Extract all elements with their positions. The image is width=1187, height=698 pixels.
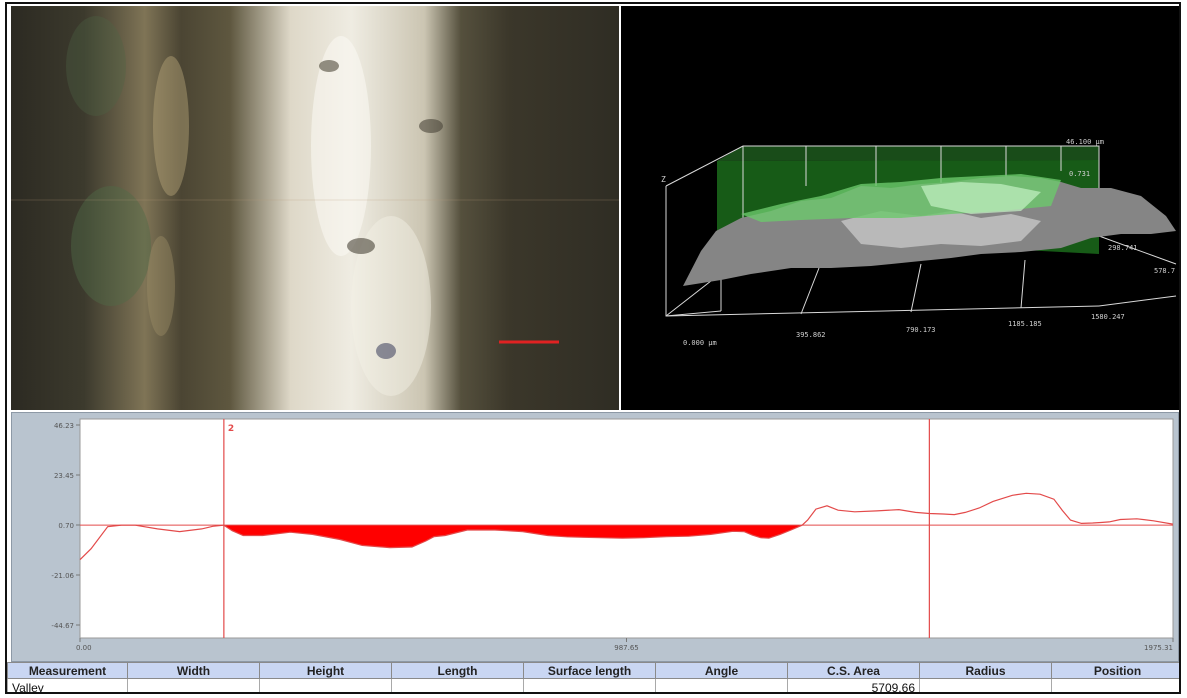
cell-height xyxy=(259,678,392,692)
z-axis-label: Z xyxy=(661,175,666,184)
profile-panel: 46.23 23.45 0.70 -21.06 -44.67 0.00 987.65 197… xyxy=(11,412,1179,662)
y-tick-label: -44.67 xyxy=(51,622,74,630)
header-angle[interactable]: Angle xyxy=(655,662,788,679)
x-axis: 0.00 987.65 1975.31 xyxy=(76,638,1174,652)
measurement-window: 46.100 µm 0.731 298.741 578.7 0.000 µm 3… xyxy=(5,2,1181,694)
header-surface-length[interactable]: Surface length xyxy=(523,662,656,679)
header-cs-area[interactable]: C.S. Area xyxy=(787,662,920,679)
table-header-row: Measurement Width Height Length Surface … xyxy=(7,662,1179,679)
y-mid-label: 298.741 xyxy=(1108,244,1138,252)
optical-image xyxy=(11,6,619,410)
x-tick-label-3: 1185.185 xyxy=(1008,320,1042,328)
header-position[interactable]: Position xyxy=(1051,662,1179,679)
3d-surface-view[interactable]: 46.100 µm 0.731 298.741 578.7 0.000 µm 3… xyxy=(621,6,1179,410)
header-length[interactable]: Length xyxy=(391,662,524,679)
z-top-label: 46.100 µm xyxy=(1066,138,1104,146)
y-tick-label: 46.23 xyxy=(54,422,74,430)
header-radius[interactable]: Radius xyxy=(919,662,1052,679)
y-tick-label: 23.45 xyxy=(54,472,74,480)
3d-surface-plot: 46.100 µm 0.731 298.741 578.7 0.000 µm 3… xyxy=(661,138,1177,347)
y-axis: 46.23 23.45 0.70 -21.06 -44.67 xyxy=(51,422,80,630)
cell-surface-length xyxy=(523,678,656,692)
y-end-label: 578.7 xyxy=(1154,267,1175,275)
cell-measurement: Valley xyxy=(7,678,128,692)
table-row[interactable]: Valley 5709.66 xyxy=(7,678,1179,692)
y-tick-label: -21.06 xyxy=(51,572,74,580)
cell-angle xyxy=(655,678,788,692)
cell-radius xyxy=(919,678,1052,692)
x-tick-label-4: 1580.247 xyxy=(1091,313,1125,321)
cell-position xyxy=(1051,678,1179,692)
profile-chart[interactable]: 46.23 23.45 0.70 -21.06 -44.67 0.00 987.65 197… xyxy=(12,413,1178,661)
results-table: Measurement Width Height Length Surface … xyxy=(7,662,1179,692)
cell-width xyxy=(127,678,260,692)
header-measurement[interactable]: Measurement xyxy=(7,662,128,679)
optical-image-view[interactable] xyxy=(11,6,619,410)
cell-length xyxy=(391,678,524,692)
z-plane-label: 0.731 xyxy=(1069,170,1090,178)
x-tick-label: 1975.31 xyxy=(1144,644,1173,652)
header-height[interactable]: Height xyxy=(259,662,392,679)
x-tick-label-1: 395.862 xyxy=(796,331,826,339)
y-tick-label: 0.70 xyxy=(58,522,74,530)
cursor-label: 2 xyxy=(228,424,234,434)
x-tick-label: 0.00 xyxy=(76,644,92,652)
x-start-label: 0.000 µm xyxy=(683,339,717,347)
cell-cs-area: 5709.66 xyxy=(787,678,920,692)
header-width[interactable]: Width xyxy=(127,662,260,679)
x-tick-label-2: 790.173 xyxy=(906,326,936,334)
x-tick-label: 987.65 xyxy=(614,644,639,652)
